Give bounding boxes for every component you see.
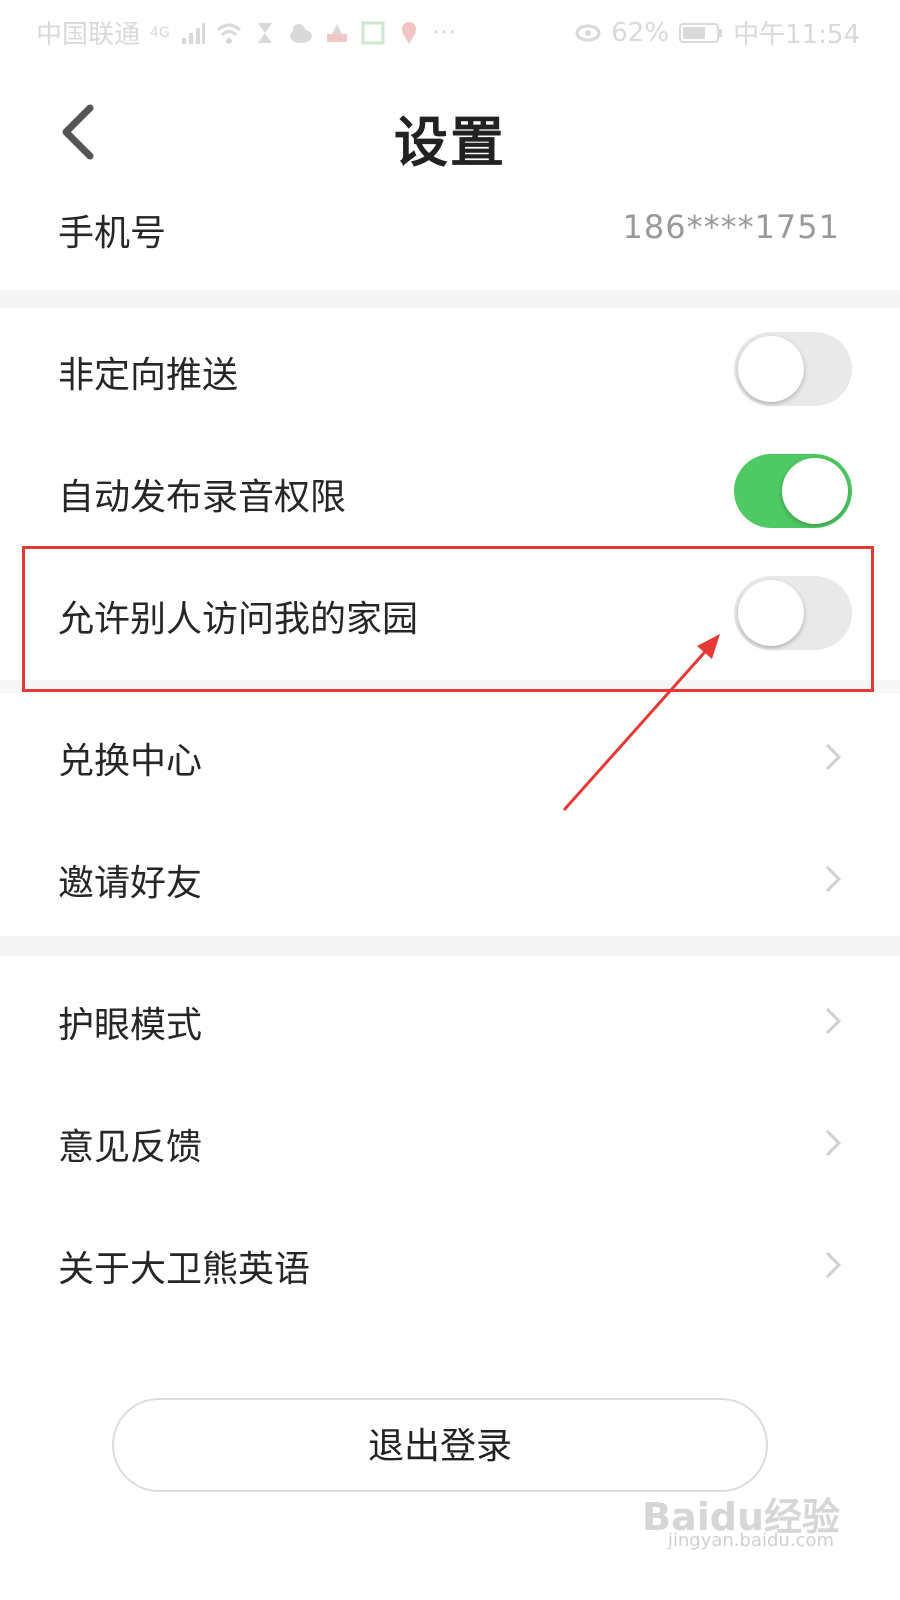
auto-publish-recording-toggle[interactable] [734,454,852,528]
chevron-right-icon [825,1007,842,1035]
clock: 中午11:54 [733,20,860,50]
status-bar-right: 62% 中午11:54 [575,14,860,51]
network-type: 4G [150,24,170,41]
signal-icon [181,22,205,44]
exchange-center-label[interactable]: 兑换中心 [58,732,202,784]
auto-publish-recording-label: 自动发布录音权限 [58,477,347,518]
section-divider [0,290,900,308]
highlight-box [22,546,874,692]
wifi-icon [216,23,241,44]
location-icon [401,21,416,44]
about-label[interactable]: 关于大卫熊英语 [58,1240,310,1292]
hourglass-icon [257,22,272,43]
toggle-knob [782,458,848,524]
chevron-right-icon [825,1129,842,1157]
section-divider [0,936,900,956]
screen-icon [361,21,385,44]
chevron-right-icon [825,1251,842,1279]
cloud-icon [289,23,312,43]
eye-icon [575,24,601,41]
battery-percent: 62% [611,17,670,48]
status-bar: 中国联通 4G ··· 62% 中午11:54 [0,0,900,66]
toggle-knob [738,336,804,402]
non-targeted-push-toggle[interactable] [734,332,852,406]
carrier-label: 中国联通 [36,20,141,50]
logout-button[interactable]: 退出登录 [112,1398,768,1492]
feedback-label[interactable]: 意见反馈 [58,1118,202,1170]
phone-label: 手机号 [58,213,167,254]
battery-icon [679,22,723,43]
chevron-right-icon [825,865,842,893]
eye-mode-label[interactable]: 护眼模式 [58,996,202,1048]
more-icon: ··· [431,17,457,48]
status-bar-left: 中国联通 4G ··· [36,14,457,51]
invite-friends-label[interactable]: 邀请好友 [58,854,202,906]
phone-value: 186****1751 [622,208,840,246]
app-notification-icon [326,23,347,42]
page-title: 设置 [394,111,506,174]
chevron-right-icon [825,743,842,771]
non-targeted-push-label: 非定向推送 [58,355,239,396]
watermark-url: jingyan.baidu.com [667,1530,834,1551]
annotation-arrow [562,634,720,811]
